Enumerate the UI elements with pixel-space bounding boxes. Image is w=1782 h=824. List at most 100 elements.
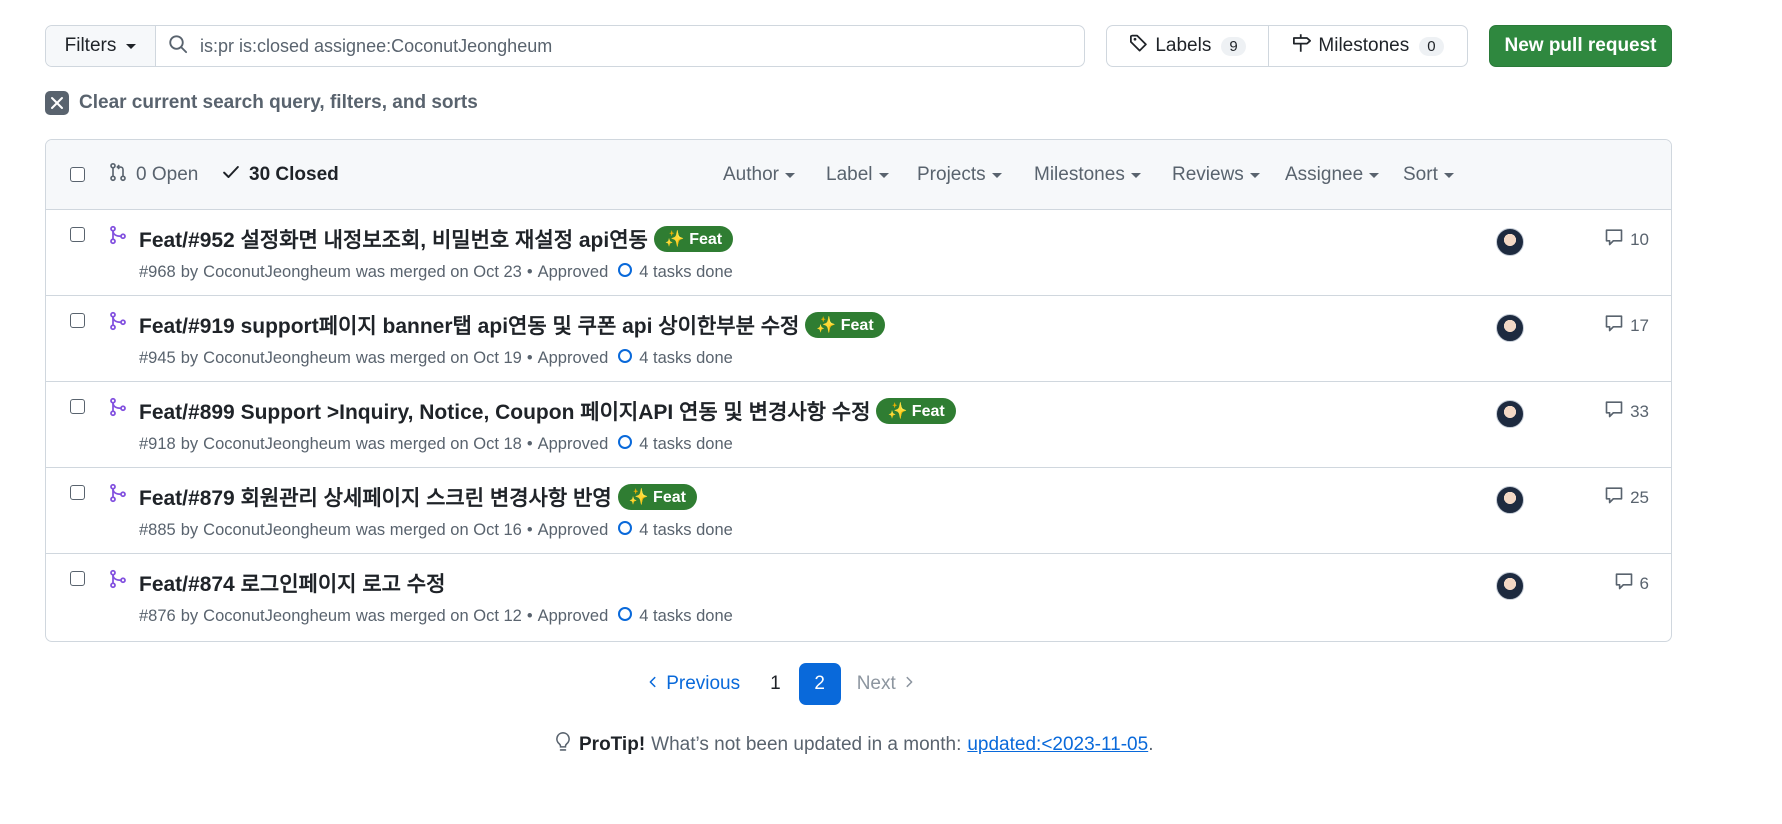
author-filter[interactable]: Author xyxy=(723,164,795,186)
assignee-filter[interactable]: Assignee xyxy=(1285,164,1380,186)
labels-counter: 9 xyxy=(1221,36,1246,56)
pr-merged-text: was merged on Oct 16 xyxy=(355,521,522,539)
label-filter-label: Label xyxy=(826,164,873,185)
closed-tab[interactable]: 30 Closed xyxy=(221,162,339,188)
caret-down-icon xyxy=(991,172,1002,178)
pr-author[interactable]: CoconutJeongheum xyxy=(203,349,351,368)
pr-author[interactable]: CoconutJeongheum xyxy=(203,607,351,626)
comment-icon xyxy=(1604,313,1624,338)
pr-author[interactable]: CoconutJeongheum xyxy=(203,521,351,540)
labels-label: Labels xyxy=(1155,35,1212,56)
clear-filters-link[interactable]: Clear current search query, filters, and… xyxy=(45,91,478,115)
row-checkbox[interactable] xyxy=(70,399,85,414)
feat-label[interactable]: ✨ Feat xyxy=(653,226,734,252)
row-checkbox[interactable] xyxy=(70,571,85,586)
protip: ProTip! What’s not been updated in a mon… xyxy=(553,731,1153,759)
search-icon xyxy=(168,34,188,59)
assignee-filter-label: Assignee xyxy=(1285,164,1364,185)
assignee-avatar[interactable] xyxy=(1496,314,1524,342)
label-filter[interactable]: Label xyxy=(826,164,889,186)
caret-down-icon xyxy=(1249,172,1260,178)
pull-request-row: Feat/#919 support페이지 banner탭 api연동 및 쿠폰 … xyxy=(46,296,1671,382)
check-icon xyxy=(221,162,241,188)
milestones-button[interactable]: Milestones 0 xyxy=(1269,26,1467,66)
pr-number: #885 xyxy=(139,521,176,539)
pull-request-meta: #968 by CoconutJeongheum was merged on O… xyxy=(139,262,733,283)
pull-request-title[interactable]: Feat/#919 support페이지 banner탭 api연동 및 쿠폰 … xyxy=(139,310,799,340)
comments-link[interactable]: 6 xyxy=(1614,571,1649,596)
feat-label[interactable]: ✨ Feat xyxy=(617,484,697,510)
list-header: 0 Open 30 Closed Author Label Projects M… xyxy=(46,140,1671,210)
feat-label[interactable]: ✨ Feat xyxy=(805,312,885,338)
pr-author[interactable]: CoconutJeongheum xyxy=(203,263,351,282)
comment-icon xyxy=(1614,571,1634,596)
review-status[interactable]: Approved xyxy=(538,521,609,540)
filters-button[interactable]: Filters xyxy=(46,26,156,66)
assignee-avatar[interactable] xyxy=(1496,400,1524,428)
feat-label[interactable]: ✨ Feat xyxy=(876,398,956,424)
next-label: Next xyxy=(856,673,896,694)
task-progress: 4 tasks done xyxy=(617,348,733,369)
row-checkbox[interactable] xyxy=(70,485,85,500)
comment-icon xyxy=(1604,485,1624,510)
open-count: 0 Open xyxy=(136,164,199,185)
caret-down-icon xyxy=(1443,172,1454,178)
row-checkbox[interactable] xyxy=(70,227,85,242)
row-checkbox[interactable] xyxy=(70,313,85,328)
pull-request-title[interactable]: Feat/#952 설정화면 내정보조회, 비밀번호 재설정 api연동 xyxy=(139,224,648,254)
page-1-link[interactable]: 1 xyxy=(756,665,795,703)
review-status[interactable]: Approved xyxy=(538,607,609,626)
review-status[interactable]: Approved xyxy=(538,263,609,282)
projects-filter[interactable]: Projects xyxy=(917,164,1002,186)
pull-request-meta: #876 by CoconutJeongheum was merged on O… xyxy=(139,606,733,627)
reviews-filter[interactable]: Reviews xyxy=(1172,164,1260,186)
labels-button[interactable]: Labels 9 xyxy=(1107,26,1269,66)
lightbulb-icon xyxy=(553,731,573,759)
protip-text: What’s not been updated in a month: xyxy=(651,734,962,755)
select-all-checkbox[interactable] xyxy=(70,167,85,182)
pr-merged-text: was merged on Oct 19 xyxy=(355,349,522,367)
merged-icon xyxy=(108,311,128,336)
filters-search-group: Filters xyxy=(45,25,1085,67)
comments-link[interactable]: 17 xyxy=(1604,313,1649,338)
milestones-label: Milestones xyxy=(1318,35,1410,56)
assignee-avatar[interactable] xyxy=(1496,228,1524,256)
page-2-current[interactable]: 2 xyxy=(798,663,841,705)
new-pull-request-button[interactable]: New pull request xyxy=(1489,25,1672,67)
pr-number: #968 xyxy=(139,263,176,281)
review-status[interactable]: Approved xyxy=(538,435,609,454)
open-tab[interactable]: 0 Open xyxy=(108,162,198,188)
pull-request-row: Feat/#899 Support >Inquiry, Notice, Coup… xyxy=(46,382,1671,468)
pr-merged-text: was merged on Oct 12 xyxy=(355,607,522,625)
pagination: Previous 1 2 Next xyxy=(0,663,1782,705)
comments-link[interactable]: 10 xyxy=(1604,227,1649,252)
search-input[interactable] xyxy=(200,35,1084,57)
review-status[interactable]: Approved xyxy=(538,349,609,368)
search-box[interactable] xyxy=(156,26,1084,66)
progress-ring-icon xyxy=(617,606,633,627)
comments-link[interactable]: 25 xyxy=(1604,485,1649,510)
assignee-avatar[interactable] xyxy=(1496,486,1524,514)
pull-request-row: Feat/#874 로그인페이지 로고 수정 #876 by CoconutJe… xyxy=(46,554,1671,640)
comments-link[interactable]: 33 xyxy=(1604,399,1649,424)
pr-author[interactable]: CoconutJeongheum xyxy=(203,435,351,454)
comment-count: 6 xyxy=(1639,573,1649,593)
comment-icon xyxy=(1604,399,1624,424)
pull-request-title[interactable]: Feat/#874 로그인페이지 로고 수정 xyxy=(139,568,445,598)
sort-filter[interactable]: Sort xyxy=(1403,164,1454,186)
pull-request-title[interactable]: Feat/#879 회원관리 상세페이지 스크린 변경사항 반영 xyxy=(139,482,612,512)
pull-request-meta: #945 by CoconutJeongheum was merged on O… xyxy=(139,348,733,369)
task-progress: 4 tasks done xyxy=(617,606,733,627)
pull-request-list: 0 Open 30 Closed Author Label Projects M… xyxy=(45,139,1672,642)
assignee-avatar[interactable] xyxy=(1496,572,1524,600)
comment-count: 25 xyxy=(1630,487,1649,507)
next-page-link[interactable]: Next xyxy=(845,665,928,703)
milestones-filter[interactable]: Milestones xyxy=(1034,164,1141,186)
previous-page-link[interactable]: Previous xyxy=(634,665,752,703)
pr-number: #945 xyxy=(139,349,176,367)
separator-dot: • xyxy=(526,521,533,539)
protip-link[interactable]: updated:<2023-11-05 xyxy=(967,734,1148,755)
pull-request-title[interactable]: Feat/#899 Support >Inquiry, Notice, Coup… xyxy=(139,396,870,426)
merged-icon xyxy=(108,569,128,594)
pr-by: by xyxy=(180,521,199,539)
